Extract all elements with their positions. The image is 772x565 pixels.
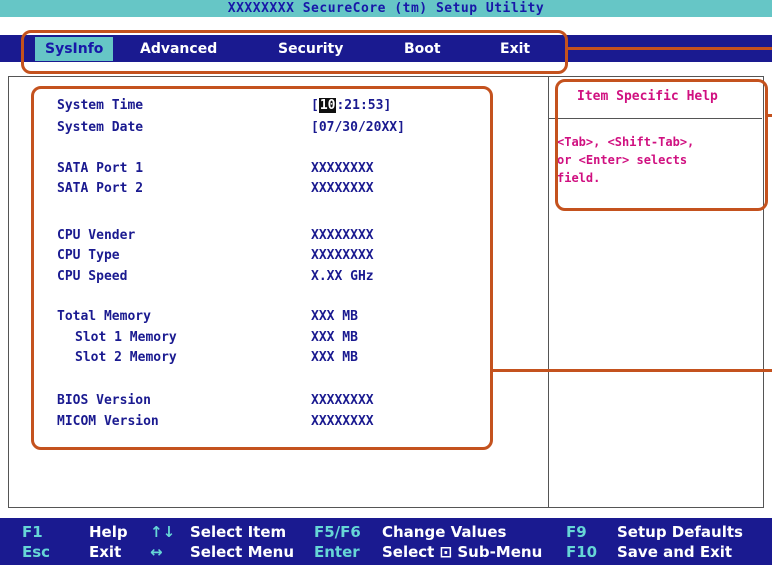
change-values-desc: Change Values: [382, 523, 507, 541]
app-title: XXXXXXXX SecureCore (tm) Setup Utility: [0, 0, 772, 17]
select-item-desc: Select Item: [190, 523, 287, 541]
help-annotation-line: [766, 114, 772, 117]
key-legend-bar: F1 Help ↑↓ Select Item F5/F6 Change Valu…: [0, 518, 772, 565]
f1-key: F1: [22, 523, 43, 541]
arrow-left-right-icon: ↔: [150, 543, 163, 561]
f9-key: F9: [566, 523, 587, 541]
f5-f6-key: F5/F6: [314, 523, 361, 541]
select-submenu-desc: Select ⊡ Sub-Menu: [382, 543, 543, 561]
sysinfo-annotation-line: [491, 369, 772, 372]
menu-annotation-line: [566, 47, 772, 50]
esc-key: Esc: [22, 543, 51, 561]
save-and-exit-desc: Save and Exit: [617, 543, 733, 561]
menu-annotation-box: [21, 30, 568, 74]
sysinfo-annotation-box: [31, 86, 493, 450]
arrow-up-down-icon: ↑↓: [150, 523, 176, 541]
exit-desc: Exit: [89, 543, 122, 561]
setup-defaults-desc: Setup Defaults: [617, 523, 743, 541]
select-menu-desc: Select Menu: [190, 543, 295, 561]
panel-divider: [548, 76, 549, 508]
help-annotation-box: [555, 79, 768, 211]
enter-key: Enter: [314, 543, 360, 561]
f10-key: F10: [566, 543, 598, 561]
help-desc: Help: [89, 523, 128, 541]
